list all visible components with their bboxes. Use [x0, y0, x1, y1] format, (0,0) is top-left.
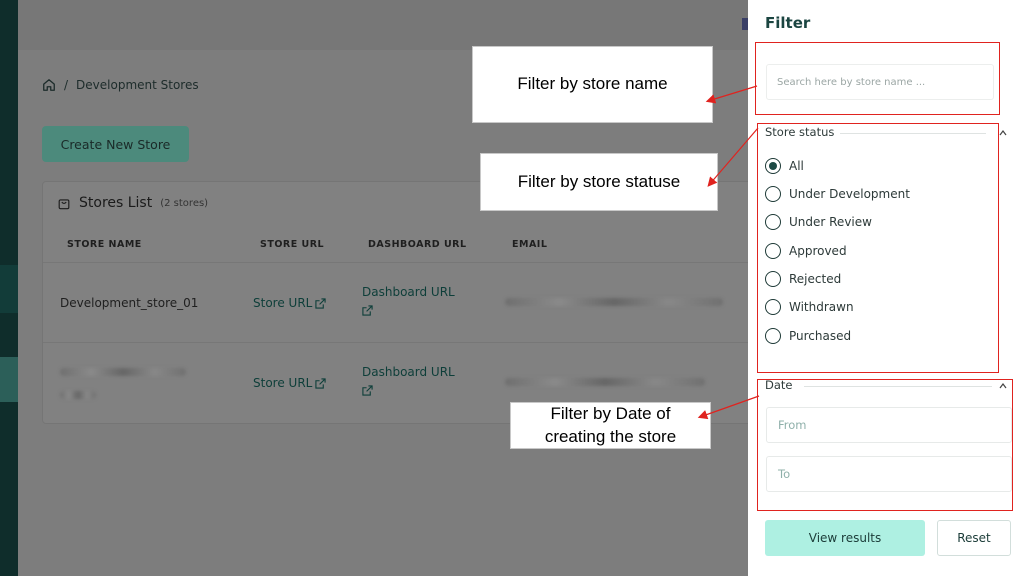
sidebar-item-active[interactable] — [0, 357, 18, 402]
store-name-cell: Development_store_01 — [60, 296, 199, 310]
dashboard-url-label[interactable]: Dashboard URL — [362, 285, 455, 299]
dashboard-url-link[interactable]: Dashboard URL — [362, 285, 455, 316]
external-link-icon — [362, 305, 373, 316]
app-sidebar — [0, 0, 18, 576]
filter-title: Filter — [765, 14, 811, 32]
external-link-icon — [362, 385, 373, 396]
store-url-link[interactable]: Store URL — [253, 376, 326, 390]
callout-filter-store-name: Filter by store name — [472, 46, 713, 123]
redacted-store-name — [60, 391, 96, 399]
annotation-box-search — [755, 42, 1000, 115]
callout-date-line1: Filter by Date of — [550, 404, 671, 424]
redacted-email — [505, 378, 705, 386]
row-divider — [43, 262, 751, 263]
redacted-store-name — [60, 368, 186, 376]
external-link-icon — [315, 377, 326, 389]
column-header-dashboard-url[interactable]: DASHBOARD URL — [368, 239, 467, 250]
dashboard-url-link[interactable]: Dashboard URL — [362, 365, 455, 396]
stores-list-card: Stores List (2 stores) STORE NAME STORE … — [42, 181, 752, 424]
column-header-store-url[interactable]: STORE URL — [260, 239, 324, 250]
annotation-box-status — [757, 123, 999, 373]
dashboard-url-label[interactable]: Dashboard URL — [362, 365, 455, 379]
store-url-label[interactable]: Store URL — [253, 376, 312, 390]
reset-button[interactable]: Reset — [937, 520, 1011, 556]
top-bar — [18, 0, 748, 50]
breadcrumb: / Development Stores — [42, 78, 199, 92]
store-url-label[interactable]: Store URL — [253, 296, 312, 310]
stores-list-title: Stores List — [79, 195, 153, 211]
view-results-button[interactable]: View results — [765, 520, 925, 556]
stores-count: (2 stores) — [160, 197, 209, 209]
external-link-icon — [315, 297, 326, 309]
sidebar-item[interactable] — [0, 265, 18, 313]
column-header-email[interactable]: EMAIL — [512, 239, 547, 250]
create-new-store-button[interactable]: Create New Store — [42, 126, 189, 162]
store-url-link[interactable]: Store URL — [253, 296, 326, 310]
annotation-box-date — [757, 379, 1013, 511]
callout-filter-date: Filter by Date of creating the store — [510, 402, 711, 449]
breadcrumb-current[interactable]: Development Stores — [76, 78, 199, 92]
redacted-email — [505, 298, 723, 306]
breadcrumb-separator: / — [64, 78, 69, 92]
callout-filter-store-status: Filter by store statuse — [480, 153, 718, 211]
home-icon[interactable] — [42, 78, 56, 92]
row-divider — [43, 342, 751, 343]
column-header-store-name[interactable]: STORE NAME — [67, 239, 142, 250]
callout-date-line2: creating the store — [544, 426, 677, 446]
chevron-up-icon[interactable] — [998, 128, 1008, 138]
shopping-bag-icon — [58, 199, 70, 210]
stores-list-header: Stores List (2 stores) — [57, 195, 208, 211]
